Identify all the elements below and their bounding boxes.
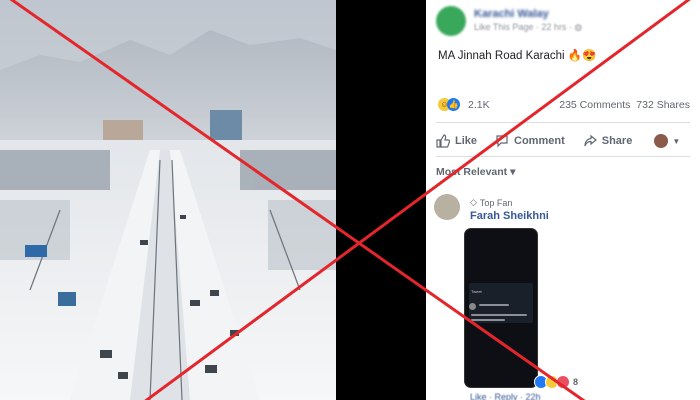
snow-city-scene (0, 30, 336, 400)
top-fan-label: Top Fan (479, 197, 513, 208)
commenter-avatar[interactable] (434, 194, 460, 220)
diamond-icon: ◇ (470, 197, 477, 207)
tweet-avatar (469, 303, 476, 310)
tweet-text-line (479, 304, 509, 306)
comment-screenshot-image[interactable]: Tweet (464, 228, 538, 388)
page-avatar[interactable] (436, 6, 466, 36)
globe-icon: ◍ (574, 22, 583, 32)
post-header: Karachi Walay Like This Page · 22 hrs · … (436, 6, 582, 36)
post-meta-text: Like This Page · 22 hrs · (474, 22, 572, 32)
reaction-profile-selector[interactable]: ▼ (650, 134, 680, 148)
comment-bubble-icon (496, 135, 508, 148)
comments-count[interactable]: 235 Comments (559, 99, 630, 111)
like-button[interactable]: Like (436, 134, 477, 148)
user-avatar (654, 134, 669, 148)
top-fan-badge: ◇ Top Fan (470, 197, 512, 208)
page-name[interactable]: Karachi Walay (474, 8, 582, 21)
reaction-count[interactable]: 2.1K (468, 99, 490, 111)
chevron-down-icon: ▼ (672, 136, 681, 146)
share-label: Share (601, 135, 633, 147)
commenter-name[interactable]: Farah Sheikhni (470, 210, 549, 222)
share-button[interactable]: Share (583, 134, 633, 148)
post-text: MA Jinnah Road Karachi 🔥😍 (438, 50, 597, 62)
shares-count[interactable]: 732 Shares (636, 99, 690, 111)
like-reaction-icon: 👍 (447, 98, 460, 111)
post-meta: Like This Page · 22 hrs · ◍ (474, 21, 582, 34)
comment-button[interactable]: Comment (495, 134, 565, 148)
black-divider (336, 0, 426, 400)
reaction-icons[interactable]: ☺👍 (438, 98, 460, 111)
thumbs-up-icon (436, 134, 450, 148)
tweet-text-line (471, 314, 527, 316)
comment-reaction-count: 8 (573, 377, 579, 387)
comment-reactions[interactable]: 8 (534, 375, 578, 389)
comment-label: Comment (514, 135, 565, 147)
like-label: Like (455, 135, 478, 147)
comment-sort-dropdown[interactable]: Most Relevant ▾ (436, 166, 515, 178)
tweet-header: Tweet (471, 289, 482, 294)
comment-actions[interactable]: Like · Reply · 22h (470, 392, 541, 400)
love-reaction-icon (556, 375, 570, 389)
share-arrow-icon (584, 134, 597, 147)
engagement-counts: 235 Comments 732 Shares (559, 99, 690, 111)
action-bar: Like Comment Share ▼ (436, 128, 690, 154)
divider (436, 122, 690, 123)
snow-street-photo (0, 0, 336, 400)
divider (436, 156, 690, 157)
facebook-post-panel: Karachi Walay Like This Page · 22 hrs · … (426, 0, 700, 400)
tweet-text-line (471, 319, 505, 321)
